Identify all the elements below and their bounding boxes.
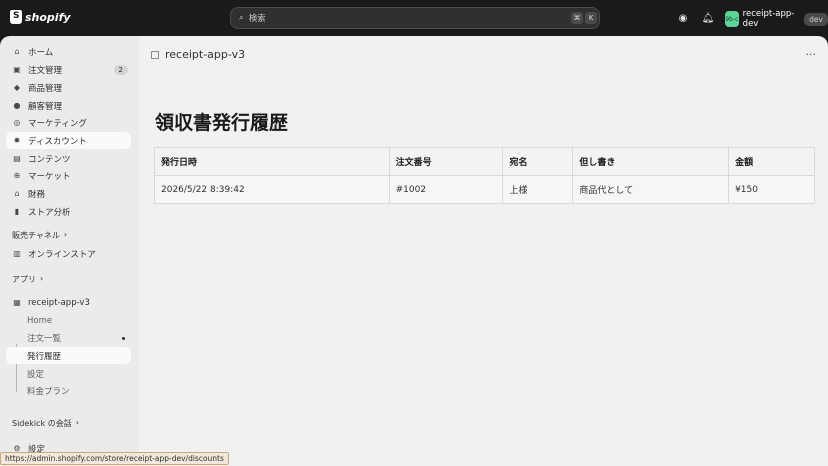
dev-badge: dev — [804, 12, 828, 26]
top-bar: shopify ⌕ 検索 ⌘ K ◉ 🔔︎ 9b-c receipt-app-d… — [0, 0, 828, 36]
table-row: 2026/5/22 8:39:42 #1002 上様 商品代として ¥150 — [154, 175, 815, 204]
column-header-order-number: 注文番号 — [388, 147, 504, 176]
cell-addressee: 上様 — [502, 175, 574, 204]
inbox-icon: ▣ — [13, 65, 21, 74]
app-header: receipt-app-v3 — [151, 48, 245, 61]
person-icon: ● — [13, 101, 21, 110]
sidebar-item-discounts[interactable]: ✹ ディスカウント — [6, 132, 131, 149]
chart-icon: ▮ — [14, 207, 20, 216]
app-title: receipt-app-v3 — [165, 48, 246, 61]
more-actions-button[interactable]: ··· — [806, 48, 817, 61]
search-icon: ⌕ — [239, 13, 244, 23]
sidebar-item-home[interactable]: ⌂ ホーム — [6, 43, 131, 60]
column-header-addressee: 宛名 — [502, 147, 574, 176]
sidebar-item-products[interactable]: ◆ 商品管理 — [6, 79, 131, 96]
sidebar-item-app[interactable]: ▦ receipt-app-v3 — [6, 294, 131, 311]
cmd-key: ⌘ — [571, 12, 583, 24]
sidebar-item-label: マーケット — [28, 171, 71, 182]
chevron-right-icon: › — [40, 274, 44, 283]
receipt-history-table: 発行日時 注文番号 宛名 但し書き 金額 2026/5/22 8:39:42 #… — [154, 147, 815, 204]
content-icon: ▤ — [13, 154, 21, 163]
sidekick-heading[interactable]: Sidekick の会話 › — [12, 418, 79, 429]
apps-heading[interactable]: アプリ › — [12, 274, 43, 285]
column-header-description: 但し書き — [572, 147, 730, 176]
app-subitem-history[interactable]: 発行履歴 — [6, 347, 131, 364]
sidebar: ⌂ ホーム ▣ 注文管理 2 ◆ 商品管理 ● 顧客管理 ◎ マーケティング ✹… — [0, 36, 139, 466]
sidebar-item-label: ストア分析 — [28, 207, 71, 218]
search-input[interactable]: ⌕ 検索 ⌘ K — [230, 7, 600, 29]
discount-icon: ✹ — [13, 136, 21, 145]
shopify-bag-icon — [10, 10, 22, 24]
sidebar-item-online-store[interactable]: ▥ オンラインストア — [6, 245, 131, 262]
section-label-text: アプリ — [12, 275, 36, 284]
target-icon: ◎ — [13, 118, 21, 127]
sidebar-item-finance[interactable]: ⌂ 財務 — [6, 185, 131, 202]
store-name: receipt-app-dev — [742, 9, 795, 29]
store-avatar: 9b-c — [725, 11, 739, 27]
column-header-issued-at: 発行日時 — [154, 147, 390, 176]
home-icon: ⌂ — [14, 47, 20, 56]
app-subitem-orders[interactable]: 注文一覧 — [6, 329, 131, 346]
chevron-right-icon: › — [75, 418, 79, 427]
section-label-text: 販売チャネル — [12, 231, 60, 240]
app-subitem-settings[interactable]: 設定 — [6, 365, 131, 382]
sidebar-item-label: 商品管理 — [28, 83, 63, 94]
sidebar-item-label: ディスカウント — [28, 136, 87, 147]
chevron-right-icon: › — [63, 230, 68, 239]
brand-name: shopify — [25, 10, 71, 24]
main-content: receipt-app-v3 ··· 領収書発行履歴 発行日時 注文番号 宛名 … — [139, 36, 828, 466]
sidebar-item-markets[interactable]: ⊕ マーケット — [6, 167, 131, 184]
sidebar-item-label: ホーム — [28, 47, 54, 58]
bank-icon: ⌂ — [14, 189, 20, 198]
sidebar-item-label: 注文管理 — [28, 65, 63, 76]
storefront-icon: ▥ — [13, 249, 21, 258]
sidekick-icon[interactable]: ◉ — [676, 11, 690, 25]
app-subitem-pricing[interactable]: 料金プラン — [6, 382, 131, 399]
column-header-amount: 金額 — [728, 147, 815, 176]
cell-description: 商品代として — [572, 175, 730, 204]
sidebar-item-label: receipt-app-v3 — [28, 297, 90, 308]
sidebar-item-label: マーケティング — [28, 118, 87, 129]
app-icon — [151, 50, 159, 59]
k-key: K — [585, 12, 597, 24]
sidebar-item-customers[interactable]: ● 顧客管理 — [6, 97, 131, 114]
shopify-logo[interactable]: shopify — [10, 10, 71, 24]
sidebar-item-marketing[interactable]: ◎ マーケティング — [6, 114, 131, 131]
app-icon: ▦ — [13, 298, 21, 307]
search-placeholder: 検索 — [248, 14, 266, 24]
sidebar-item-analytics[interactable]: ▮ ストア分析 — [6, 203, 131, 220]
orders-count-badge: 2 — [113, 64, 128, 75]
sidebar-item-content[interactable]: ▤ コンテンツ — [6, 150, 131, 167]
section-label-text: Sidekick の会話 — [12, 419, 72, 428]
sidebar-item-label: 顧客管理 — [28, 101, 63, 112]
sidebar-item-label: コンテンツ — [28, 154, 71, 165]
sales-channels-heading[interactable]: 販売チャネル › — [12, 230, 67, 241]
cell-order-number: #1002 — [388, 175, 504, 204]
store-switcher[interactable]: 9b-c receipt-app-dev dev — [725, 9, 828, 29]
cell-amount: ¥150 — [728, 175, 815, 204]
sidebar-item-label: 財務 — [28, 189, 46, 200]
table-header-row: 発行日時 注文番号 宛名 但し書き 金額 — [154, 147, 815, 176]
sidebar-item-label: オンラインストア — [28, 249, 96, 260]
cell-issued-at: 2026/5/22 8:39:42 — [154, 175, 390, 204]
app-subitem-home[interactable]: Home — [6, 312, 131, 329]
globe-icon: ⊕ — [13, 171, 21, 180]
page-title: 領収書発行履歴 — [155, 112, 289, 134]
status-bar-url: https://admin.shopify.com/store/receipt-… — [0, 452, 229, 465]
bell-icon[interactable]: 🔔︎ — [701, 11, 715, 25]
tag-icon: ◆ — [13, 83, 21, 92]
sidebar-item-orders[interactable]: ▣ 注文管理 2 — [6, 61, 131, 78]
